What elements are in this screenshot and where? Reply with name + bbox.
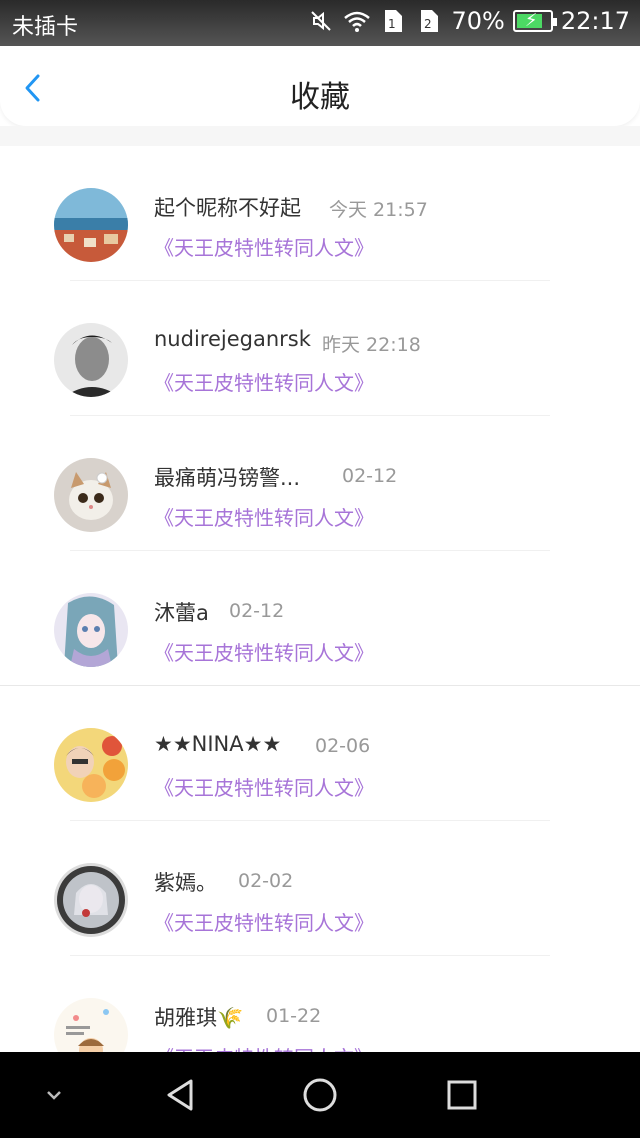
battery-percent: 70%	[451, 7, 505, 35]
book-title[interactable]: 《天王皮特性转同人文》	[154, 367, 374, 396]
list-item[interactable]: 沐蕾a 02-12 《天王皮特性转同人文》	[0, 551, 640, 686]
list-item[interactable]: 紫嫣。 02-02 《天王皮特性转同人文》	[0, 821, 640, 956]
sim-card-icon-2: 2	[415, 7, 443, 35]
book-title[interactable]: 《天王皮特性转同人文》	[154, 907, 374, 936]
home-nav-button[interactable]	[290, 1052, 350, 1138]
avatar[interactable]	[54, 998, 128, 1052]
user-name: 胡雅琪🌾	[154, 1006, 244, 1030]
recents-nav-button[interactable]	[432, 1052, 492, 1138]
svg-text:1: 1	[388, 17, 396, 31]
book-title[interactable]: 《天王皮特性转同人文》	[154, 637, 374, 666]
battery-icon: ⚡	[512, 10, 557, 32]
carrier-label: 未插卡	[12, 15, 79, 40]
user-name: 沐蕾a	[154, 601, 209, 625]
timestamp: 02-02	[238, 870, 294, 892]
avatar[interactable]	[54, 728, 128, 802]
triangle-back-icon	[167, 1079, 193, 1111]
user-name: ★★NINA★★	[154, 732, 282, 756]
circle-home-icon	[303, 1078, 337, 1112]
list-item[interactable]: 胡雅琪🌾 01-22 《天王皮特性转同人文》	[0, 956, 640, 1052]
svg-text:2: 2	[424, 17, 432, 31]
header-gap	[0, 126, 640, 146]
system-navigation-bar	[0, 1052, 640, 1138]
timestamp: 昨天 22:18	[322, 334, 421, 356]
wifi-icon	[343, 7, 371, 35]
timestamp: 02-06	[315, 735, 371, 757]
timestamp: 今天 21:57	[329, 199, 428, 221]
timestamp: 01-22	[266, 1005, 322, 1027]
list-item[interactable]: ★★NINA★★ 02-06 《天王皮特性转同人文》	[0, 686, 640, 821]
mute-icon	[307, 7, 335, 35]
avatar[interactable]	[54, 323, 128, 397]
timestamp: 02-12	[342, 465, 398, 487]
user-name: 紫嫣。	[154, 871, 217, 895]
status-bar: 未插卡 1 2 70% ⚡ 22:17	[0, 0, 640, 46]
status-right: 1 2 70% ⚡ 22:17	[307, 7, 630, 35]
user-name: nudirejeganrsk	[154, 327, 311, 351]
avatar[interactable]	[54, 593, 128, 667]
list-item[interactable]: nudirejeganrsk 昨天 22:18 《天王皮特性转同人文》	[0, 281, 640, 416]
favorites-list: 起个昵称不好起 今天 21:57 《天王皮特性转同人文》 nudirejegan…	[0, 146, 640, 1052]
clock: 22:17	[560, 7, 630, 35]
avatar[interactable]	[54, 458, 128, 532]
book-title[interactable]: 《天王皮特性转同人文》	[154, 502, 374, 531]
timestamp: 02-12	[229, 600, 285, 622]
hide-nav-button[interactable]	[30, 1052, 78, 1138]
app-header: 收藏	[0, 46, 640, 126]
page-title: 收藏	[290, 80, 350, 115]
chevron-down-icon	[47, 1091, 61, 1100]
list-item[interactable]: 起个昵称不好起 今天 21:57 《天王皮特性转同人文》	[0, 146, 640, 281]
user-name: 最痛萌冯镑警...	[154, 466, 301, 490]
back-nav-button[interactable]	[150, 1052, 210, 1138]
avatar[interactable]	[54, 188, 128, 262]
book-title[interactable]: 《天王皮特性转同人文》	[154, 772, 374, 801]
avatar[interactable]	[54, 863, 128, 937]
book-title[interactable]: 《天王皮特性转同人文》	[154, 232, 374, 261]
user-name: 起个昵称不好起	[154, 196, 301, 220]
square-recents-icon	[447, 1080, 477, 1110]
list-item[interactable]: 最痛萌冯镑警... 02-12 《天王皮特性转同人文》	[0, 416, 640, 551]
book-title[interactable]: 《天王皮特性转同人文》	[154, 1042, 374, 1052]
sim-card-icon: 1	[379, 7, 407, 35]
